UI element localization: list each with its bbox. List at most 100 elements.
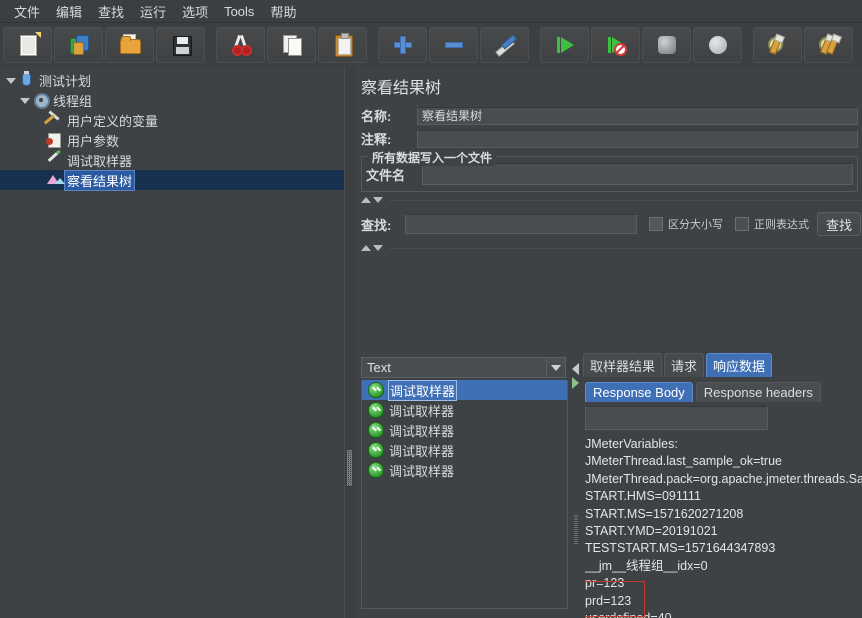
- tab-request[interactable]: 请求: [664, 353, 705, 377]
- clear-button[interactable]: [753, 26, 802, 63]
- menu-help[interactable]: 帮助: [262, 0, 304, 23]
- response-line: JMeterThread.last_sample_ok=true: [585, 454, 782, 469]
- open-folder-icon: [118, 33, 142, 57]
- response-line: __jm__线程组__idx=0: [585, 558, 708, 573]
- templates-button[interactable]: [54, 26, 103, 63]
- clear-all-icon: [817, 33, 841, 57]
- write-all-data-to-file-group: 所有数据写入一个文件 文件名: [361, 149, 858, 192]
- list-item-label: 调试取样器: [389, 443, 455, 459]
- response-line: TESTSTART.MS=1571644347893: [585, 541, 776, 556]
- chevron-down-icon[interactable]: [546, 358, 565, 377]
- response-body-text[interactable]: JMeterVariables: JMeterThread.last_sampl…: [585, 436, 862, 618]
- tree-node-view-results-tree[interactable]: 察看结果树: [0, 169, 344, 191]
- splitter-grip[interactable]: [347, 450, 352, 486]
- open-button[interactable]: [105, 26, 154, 63]
- list-item-label: 调试取样器: [389, 423, 455, 439]
- response-find-input[interactable]: [585, 406, 768, 430]
- results-split: Text 调试取样器 调试取样器 调试取样器 调试取样器 调试取样器 取样器结果…: [355, 353, 862, 618]
- tree-node-thread-group[interactable]: 线程组: [0, 90, 344, 110]
- test-plan-tree-pane: 测试计划 线程组 用户定义的变量 用户参数 调试取样器 察看结果树: [0, 66, 344, 618]
- name-input[interactable]: [417, 106, 858, 125]
- splitter-grip[interactable]: [574, 515, 578, 545]
- new-file-button[interactable]: [3, 26, 52, 63]
- list-item-label: 调试取样器: [389, 463, 455, 479]
- tab-response-data[interactable]: 响应数据: [706, 353, 773, 377]
- list-item[interactable]: 调试取样器: [362, 440, 567, 460]
- collapse-all-button[interactable]: [429, 26, 478, 63]
- lower-split-handle[interactable]: [355, 242, 862, 254]
- expand-arrow-icon[interactable]: [18, 94, 31, 107]
- write-all-data-to-file-title: 所有数据写入一个文件: [368, 149, 497, 166]
- start-button[interactable]: [540, 26, 589, 63]
- filename-input[interactable]: [422, 163, 853, 185]
- case-sensitive-checkbox[interactable]: [649, 217, 663, 231]
- response-line: pr=123: [585, 576, 625, 591]
- comment-row: 注释:: [355, 127, 862, 150]
- regex-label: 正则表达式: [754, 219, 809, 231]
- expand-arrow-icon[interactable]: [4, 74, 17, 87]
- expand-all-button[interactable]: [378, 26, 427, 63]
- regex-checkbox[interactable]: [735, 217, 749, 231]
- tab-sampler-result[interactable]: 取样器结果: [583, 353, 663, 377]
- tree-node-user-parameters[interactable]: 用户参数: [0, 130, 344, 150]
- start-no-pauses-icon: [604, 33, 628, 57]
- collapse-up-icon[interactable]: [361, 245, 371, 251]
- collapse-up-icon[interactable]: [361, 197, 371, 203]
- clear-all-button[interactable]: [804, 26, 853, 63]
- cut-button[interactable]: [216, 26, 265, 63]
- main-split: 测试计划 线程组 用户定义的变量 用户参数 调试取样器 察看结果树 察看结果树 …: [0, 66, 862, 618]
- response-subtabs: Response Body Response headers: [581, 380, 862, 402]
- tree-node-user-defined-variables[interactable]: 用户定义的变量: [0, 110, 344, 130]
- menu-search[interactable]: 查找: [90, 0, 132, 23]
- collapse-left-icon[interactable]: [572, 363, 579, 375]
- list-item[interactable]: 调试取样器: [362, 460, 567, 480]
- copy-icon: [280, 33, 304, 57]
- toolbar-separator-1: [206, 28, 215, 62]
- collapse-down-icon[interactable]: [373, 245, 383, 251]
- expand-right-icon[interactable]: [572, 377, 579, 389]
- tree-node-debug-sampler[interactable]: 调试取样器: [0, 150, 344, 170]
- debug-sampler-icon: [45, 151, 63, 168]
- list-item[interactable]: 调试取样器: [362, 380, 567, 401]
- start-no-pauses-button[interactable]: [591, 26, 640, 63]
- menu-bar: 文件 编辑 查找 运行 选项 Tools 帮助: [0, 0, 862, 23]
- user-defined-variables-icon: [45, 110, 63, 128]
- paste-button[interactable]: [318, 26, 367, 63]
- collapse-down-icon[interactable]: [373, 197, 383, 203]
- list-item[interactable]: 调试取样器: [362, 400, 567, 420]
- results-splitter[interactable]: [571, 355, 581, 618]
- tree-node-label: 用户参数: [67, 133, 120, 149]
- menu-tools[interactable]: Tools: [216, 2, 262, 21]
- save-button[interactable]: [156, 26, 205, 63]
- stop-button[interactable]: [642, 26, 691, 63]
- tree-node-label: 察看结果树: [63, 169, 136, 191]
- tab-response-body[interactable]: Response Body: [585, 382, 693, 402]
- clear-icon: [766, 33, 790, 57]
- tree-node-label: 调试取样器: [67, 153, 133, 169]
- search-input[interactable]: [405, 214, 637, 234]
- search-label: 查找:: [361, 217, 392, 233]
- view-results-tree-icon: [45, 172, 65, 188]
- shutdown-button[interactable]: [693, 26, 742, 63]
- cut-scissors-icon: [229, 33, 253, 57]
- response-line: START.HMS=091111: [585, 489, 701, 504]
- menu-run[interactable]: 运行: [132, 0, 174, 23]
- split-line: [389, 247, 862, 249]
- list-item[interactable]: 调试取样器: [362, 420, 567, 440]
- upper-split-handle[interactable]: [355, 194, 862, 206]
- renderer-select[interactable]: Text: [361, 357, 566, 378]
- results-list[interactable]: 调试取样器 调试取样器 调试取样器 调试取样器 调试取样器: [361, 380, 568, 609]
- tree-node-test-plan[interactable]: 测试计划: [0, 70, 344, 90]
- search-button[interactable]: 查找: [817, 212, 862, 236]
- success-shield-icon: [368, 382, 384, 398]
- response-line: prd=123: [585, 593, 632, 608]
- test-plan-icon: [17, 71, 35, 88]
- toggle-button[interactable]: [480, 26, 529, 63]
- menu-edit[interactable]: 编辑: [48, 0, 90, 23]
- success-shield-icon: [368, 402, 384, 418]
- tab-response-headers[interactable]: Response headers: [695, 382, 821, 402]
- menu-options[interactable]: 选项: [174, 0, 216, 23]
- copy-button[interactable]: [267, 26, 316, 63]
- comment-input[interactable]: [417, 129, 858, 148]
- menu-file[interactable]: 文件: [6, 0, 48, 23]
